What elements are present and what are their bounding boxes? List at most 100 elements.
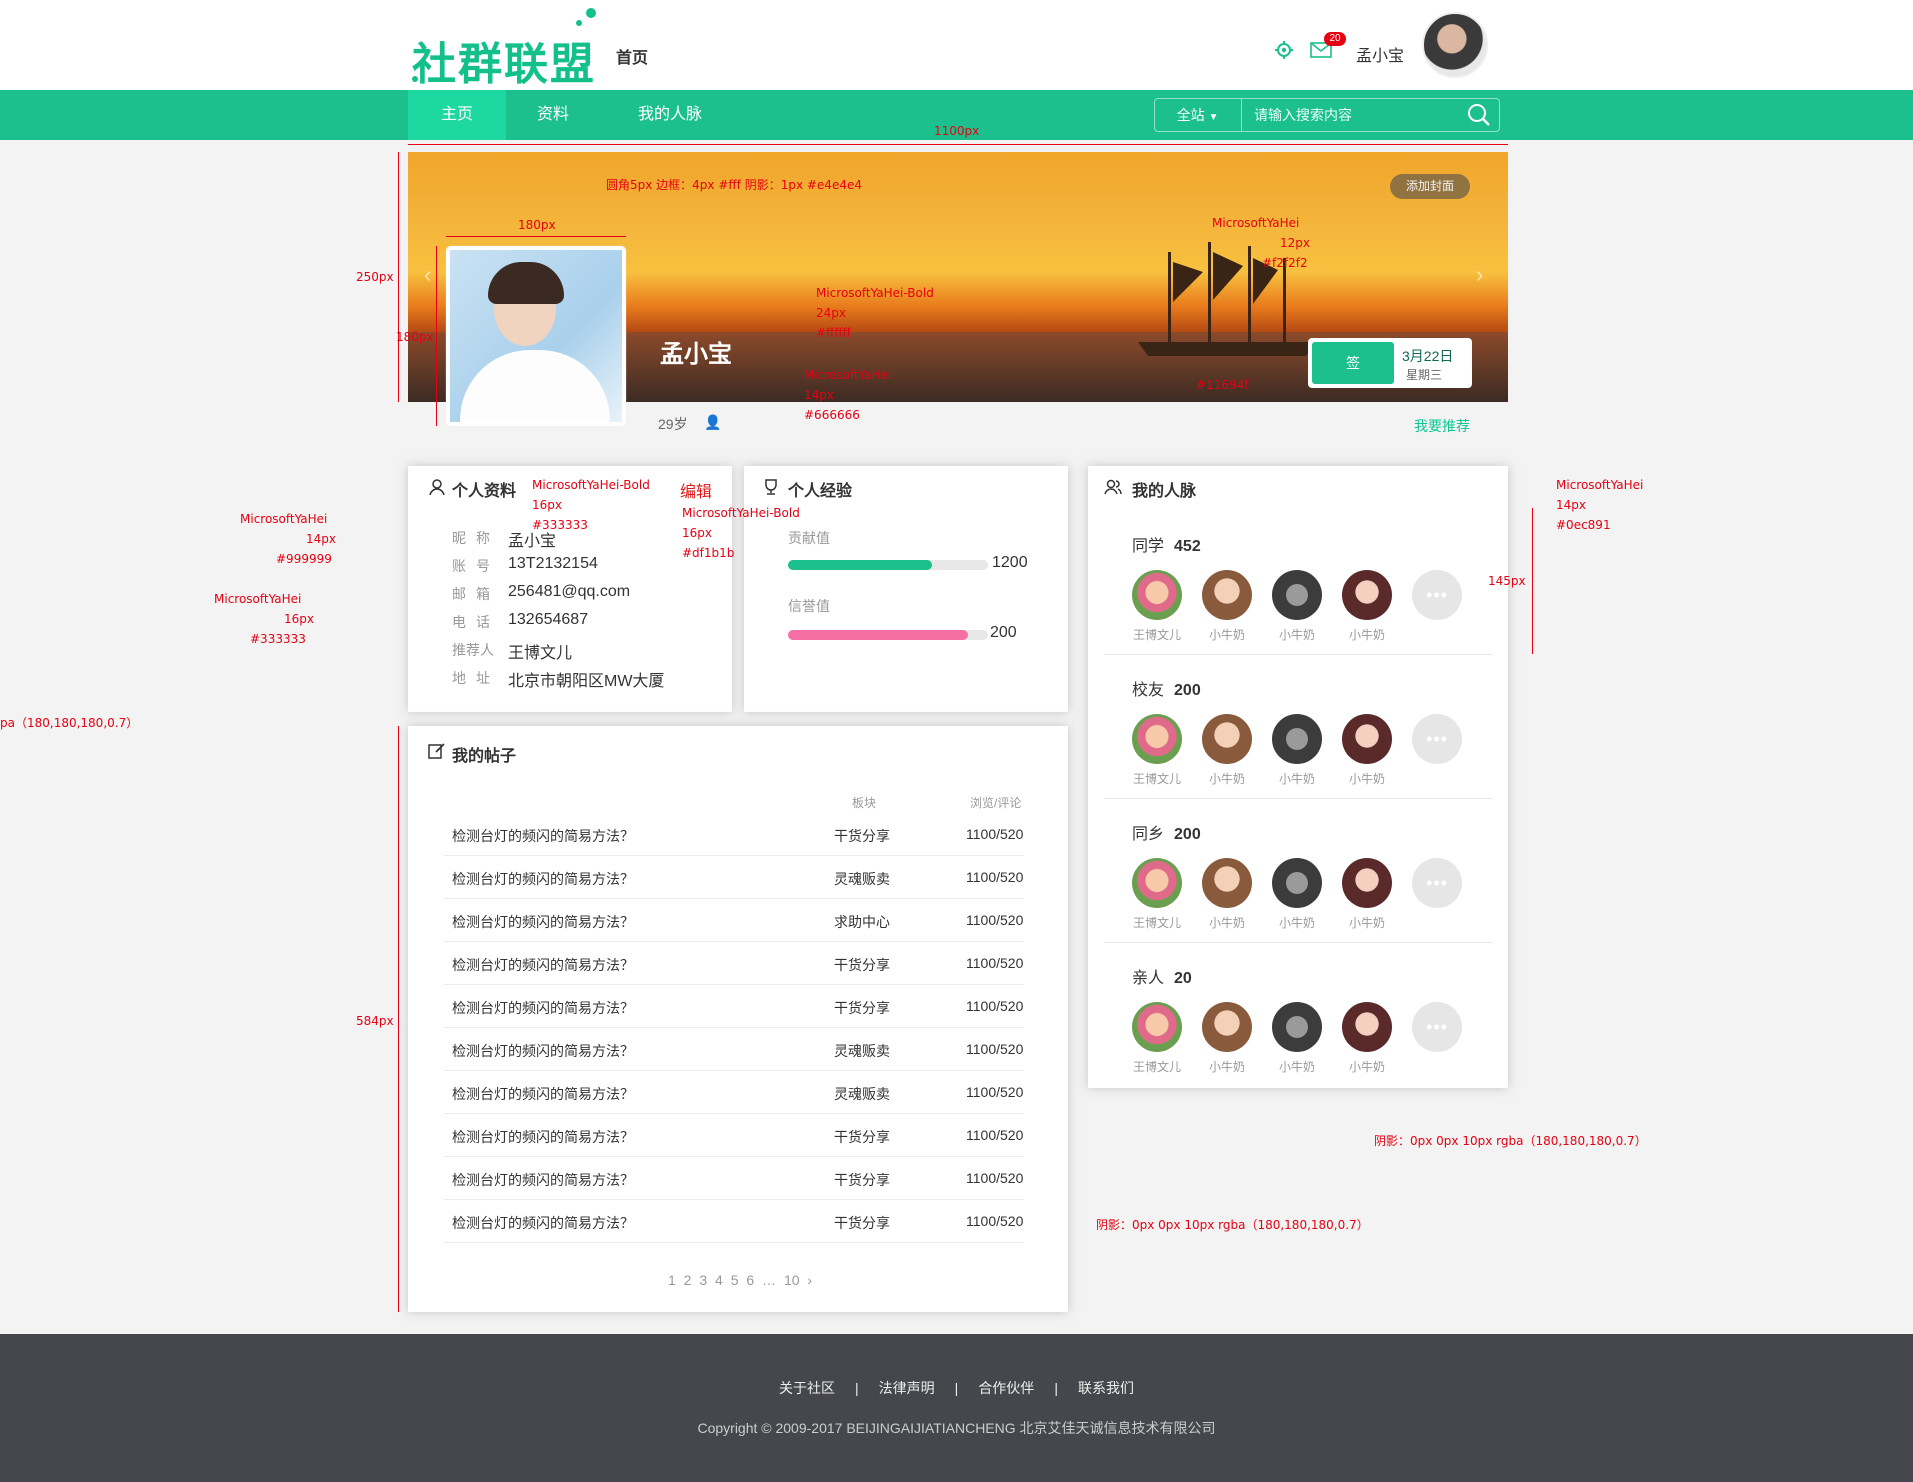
chevron-right-icon[interactable]: › [1476, 262, 1483, 288]
post-category[interactable]: 干货分享 [834, 1127, 890, 1147]
exp-label: 信誉值 [788, 598, 830, 614]
post-category[interactable]: 灵魂贩卖 [834, 1084, 890, 1104]
post-title[interactable]: 检测台灯的频闪的简易方法？ [452, 1213, 634, 1233]
annotation: 圆角5px 边框：4px #fff 阴影：1px #e4e4e4 [606, 178, 862, 192]
friend-avatar [1132, 570, 1182, 620]
post-category[interactable]: 灵魂贩卖 [834, 1041, 890, 1061]
post-row[interactable]: 检测台灯的频闪的简易方法？ 灵魂贩卖 1100/520 [444, 857, 1024, 899]
annotation: 阴影：0px 0px 10px rgba（180,180,180,0.7） [1374, 1134, 1647, 1148]
add-cover-button[interactable]: 添加封面 [1390, 174, 1470, 199]
friend-item[interactable]: 王博文儿 [1132, 570, 1182, 643]
post-row[interactable]: 检测台灯的频闪的简易方法？ 灵魂贩卖 1100/520 [444, 1029, 1024, 1071]
friend-item[interactable]: 小牛奶 [1202, 1002, 1252, 1075]
logo-dot [586, 8, 596, 18]
profile-account: 13T2132154 [508, 555, 598, 572]
profile-address: 北京市朝阳区MW大厦 [508, 673, 665, 690]
post-row[interactable]: 检测台灯的频闪的简易方法？ 干货分享 1100/520 [444, 1158, 1024, 1200]
friend-name: 小牛奶 [1208, 1060, 1245, 1074]
friend-item[interactable]: 小牛奶 [1202, 570, 1252, 643]
annotation: MicrosoftYaHei [804, 368, 892, 382]
friend-item[interactable]: 王博文儿 [1132, 1002, 1182, 1075]
post-title[interactable]: 检测台灯的频闪的简易方法？ [452, 1041, 634, 1061]
divider [1104, 798, 1492, 799]
search-input[interactable] [1244, 99, 1464, 131]
post-row[interactable]: 检测台灯的频闪的简易方法？ 干货分享 1100/520 [444, 943, 1024, 985]
site-logo[interactable]: 社群联盟 [412, 28, 596, 92]
nav-tab-network[interactable]: 我的人脉 [620, 90, 720, 140]
annotation: 145px [1488, 574, 1526, 588]
post-row[interactable]: 检测台灯的频闪的简易方法？ 干货分享 1100/520 [444, 1115, 1024, 1157]
friend-avatar [1342, 1002, 1392, 1052]
home-link[interactable]: 首页 [616, 44, 648, 68]
post-row[interactable]: 检测台灯的频闪的简易方法？ 干货分享 1100/520 [444, 1201, 1024, 1243]
post-category[interactable]: 干货分享 [834, 1170, 890, 1190]
post-title[interactable]: 检测台灯的频闪的简易方法？ [452, 998, 634, 1018]
footer-link-partners[interactable]: 合作伙伴 [978, 1380, 1034, 1396]
sign-in-button[interactable]: 签 [1312, 342, 1394, 384]
network-group-title[interactable]: 校友 200 [1132, 676, 1201, 700]
post-row[interactable]: 检测台灯的频闪的简易方法？ 干货分享 1100/520 [444, 814, 1024, 856]
post-title[interactable]: 检测台灯的频闪的简易方法？ [452, 1170, 634, 1190]
friend-item[interactable]: 小牛奶 [1342, 714, 1392, 787]
post-category[interactable]: 干货分享 [834, 826, 890, 846]
friend-item[interactable]: 小牛奶 [1342, 570, 1392, 643]
profile-label: 电话 [452, 614, 500, 630]
nav-tab-home[interactable]: 主页 [408, 90, 506, 140]
friend-item[interactable]: 小牛奶 [1202, 714, 1252, 787]
post-title[interactable]: 检测台灯的频闪的简易方法？ [452, 1127, 634, 1147]
post-row[interactable]: 检测台灯的频闪的简易方法？ 灵魂贩卖 1100/520 [444, 1072, 1024, 1114]
nav-tab-profile[interactable]: 资料 [506, 90, 600, 140]
friend-item[interactable]: 小牛奶 [1272, 714, 1322, 787]
post-title[interactable]: 检测台灯的频闪的简易方法？ [452, 869, 634, 889]
friend-item[interactable]: 小牛奶 [1202, 858, 1252, 931]
annotation: 1100px [934, 124, 980, 138]
user-avatar[interactable] [1422, 12, 1488, 78]
more-friends-button[interactable]: ••• [1412, 1002, 1462, 1052]
post-title[interactable]: 检测台灯的频闪的简易方法？ [452, 826, 634, 846]
post-row[interactable]: 检测台灯的频闪的简易方法？ 求助中心 1100/520 [444, 900, 1024, 942]
friend-item[interactable]: 王博文儿 [1132, 714, 1182, 787]
friend-item[interactable]: 小牛奶 [1342, 1002, 1392, 1075]
footer-link-contact[interactable]: 联系我们 [1078, 1380, 1134, 1396]
annotation: MicrosoftYaHei-Bold [532, 478, 650, 492]
friend-avatar [1132, 714, 1182, 764]
friend-item[interactable]: 王博文儿 [1132, 858, 1182, 931]
post-title[interactable]: 检测台灯的频闪的简易方法？ [452, 955, 634, 975]
profile-photo[interactable] [446, 246, 626, 426]
more-friends-button[interactable]: ••• [1412, 570, 1462, 620]
footer-link-about[interactable]: 关于社区 [779, 1380, 835, 1396]
search-icon[interactable] [1466, 102, 1492, 128]
network-group-title[interactable]: 同乡 200 [1132, 820, 1201, 844]
user-name[interactable]: 孟小宝 [1356, 42, 1404, 66]
post-category[interactable]: 干货分享 [834, 955, 890, 975]
post-category[interactable]: 干货分享 [834, 1213, 890, 1233]
footer-link-legal[interactable]: 法律声明 [879, 1380, 935, 1396]
friend-item[interactable]: 小牛奶 [1272, 1002, 1322, 1075]
credit-bar-fill [788, 630, 968, 640]
post-title[interactable]: 检测台灯的频闪的简易方法？ [452, 1084, 634, 1104]
network-group-title[interactable]: 亲人 20 [1132, 964, 1192, 988]
more-friends-button[interactable]: ••• [1412, 714, 1462, 764]
post-title[interactable]: 检测台灯的频闪的简易方法？ [452, 912, 634, 932]
chevron-left-icon[interactable]: ‹ [424, 262, 431, 288]
post-category[interactable]: 灵魂贩卖 [834, 869, 890, 889]
friend-item[interactable]: 小牛奶 [1272, 570, 1322, 643]
gear-icon[interactable] [1274, 40, 1294, 60]
more-friends-button[interactable]: ••• [1412, 858, 1462, 908]
edit-profile-button[interactable]: 编辑 [680, 478, 712, 502]
profile-email: 256481@qq.com [508, 583, 631, 600]
post-row[interactable]: 检测台灯的频闪的简易方法？ 干货分享 1100/520 [444, 986, 1024, 1028]
post-stats: 1100/520 [966, 1084, 1024, 1100]
network-group-title[interactable]: 同学 452 [1132, 532, 1201, 556]
search-scope-select[interactable]: 全站 ▼ [1154, 98, 1242, 132]
friend-item[interactable]: 小牛奶 [1342, 858, 1392, 931]
friend-item[interactable]: 小牛奶 [1272, 858, 1322, 931]
ship-silhouette [1138, 242, 1318, 356]
pagination[interactable]: 1 2 3 4 5 6 … 10 › [668, 1272, 812, 1288]
post-category[interactable]: 求助中心 [834, 912, 890, 932]
annotation: MicrosoftYaHei-Bold [816, 286, 934, 300]
recommend-link[interactable]: 我要推荐 [1414, 416, 1470, 436]
post-category[interactable]: 干货分享 [834, 998, 890, 1018]
network-card-title: 我的人脉 [1132, 483, 1197, 500]
annotation: #333333 [532, 518, 588, 532]
